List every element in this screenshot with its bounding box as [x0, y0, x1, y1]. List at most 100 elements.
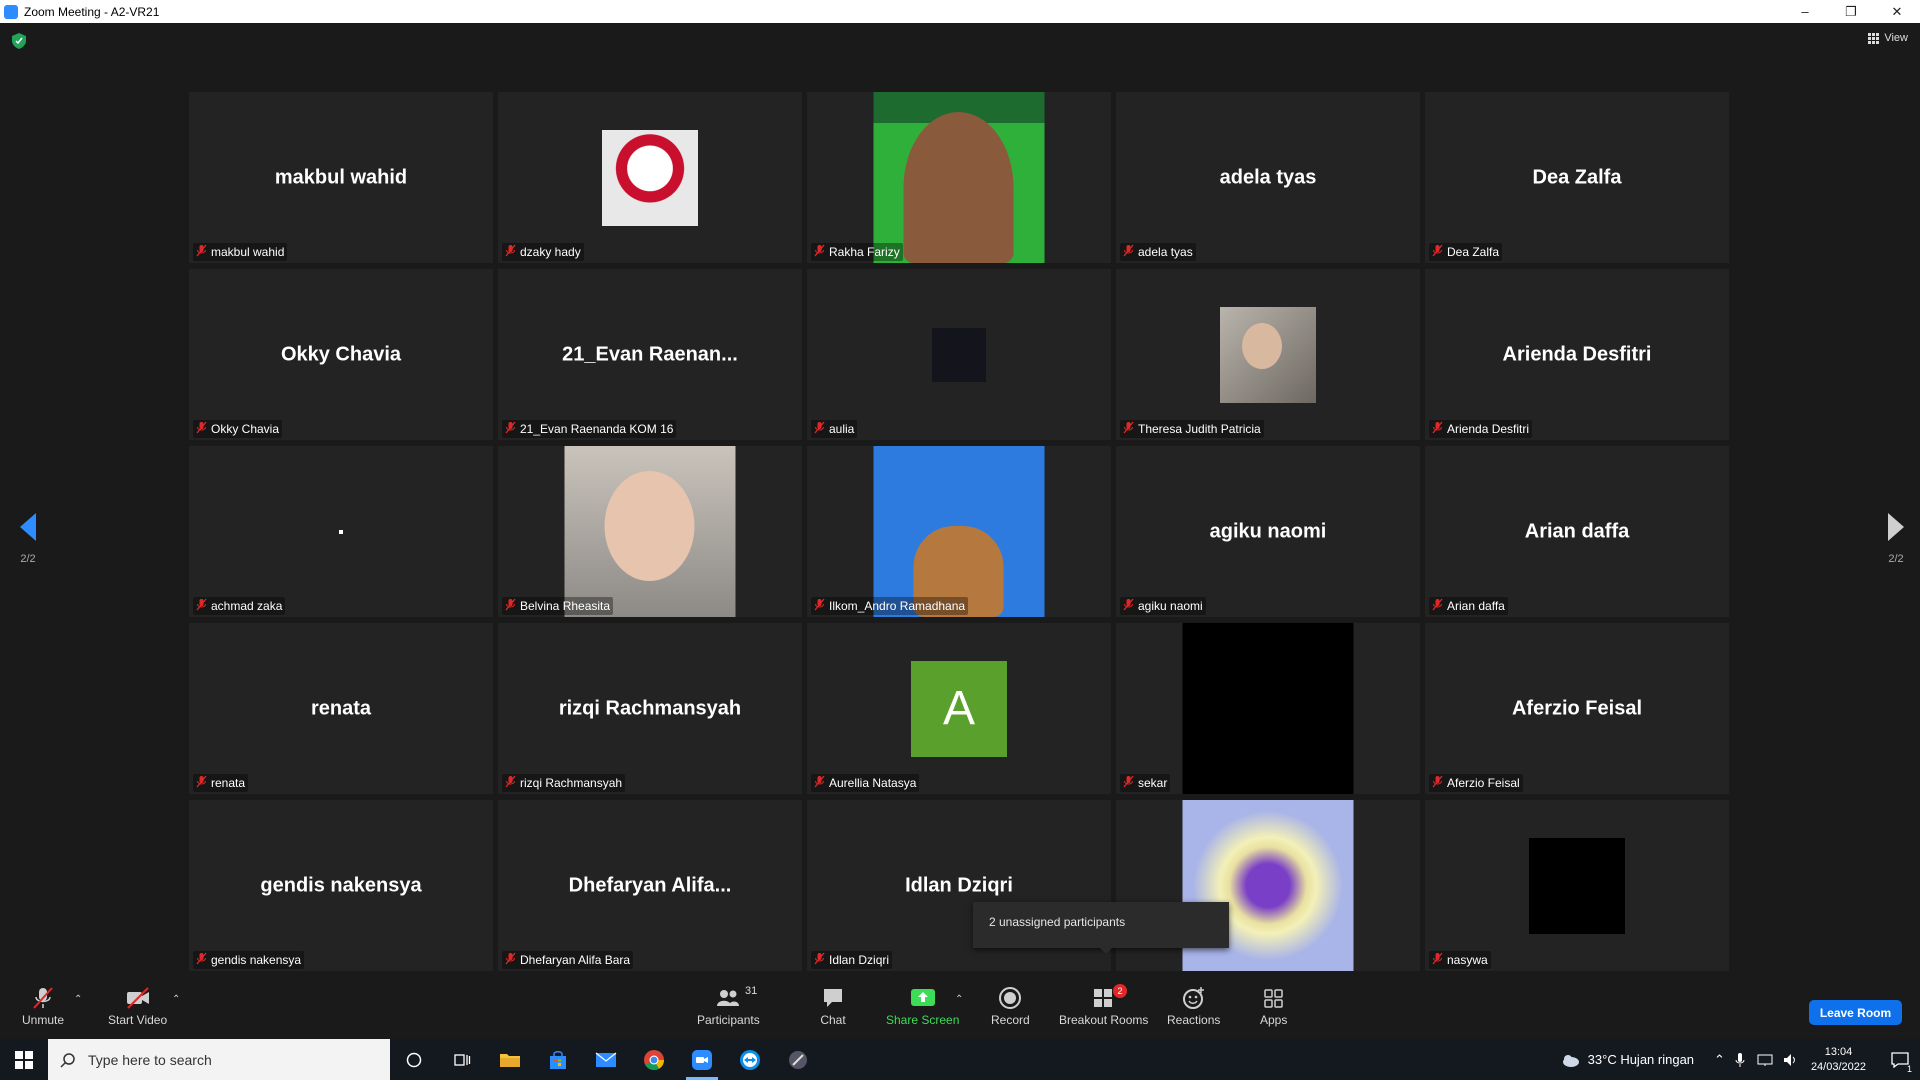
microphone-muted-icon: [505, 244, 516, 260]
breakout-rooms-button[interactable]: 2 Breakout Rooms: [1059, 984, 1149, 1027]
share-screen-button[interactable]: Share Screen: [886, 986, 959, 1027]
chat-icon: [824, 989, 842, 1007]
cortana-button[interactable]: [390, 1039, 438, 1080]
task-view-button[interactable]: [438, 1039, 486, 1080]
participant-tile[interactable]: renata renata: [189, 623, 493, 794]
participant-display-name: agiku naomi: [1209, 520, 1327, 542]
participant-tile[interactable]: sekar: [1116, 623, 1420, 794]
participant-tile[interactable]: Arienda Desfitri Arienda Desfitri: [1425, 269, 1729, 440]
reactions-button[interactable]: Reactions: [1167, 986, 1220, 1027]
microphone-muted-icon: [814, 421, 825, 437]
participant-video: [873, 446, 1045, 617]
next-page-button[interactable]: 2/2: [1876, 513, 1916, 565]
participant-tile[interactable]: Theresa Judith Patricia: [1116, 269, 1420, 440]
record-button[interactable]: Record: [991, 986, 1030, 1027]
breakout-rooms-label: Breakout Rooms: [1059, 1013, 1149, 1027]
start-button[interactable]: [0, 1039, 48, 1080]
microsoft-store-button[interactable]: [534, 1039, 582, 1080]
participant-tile[interactable]: Aferzio Feisal Aferzio Feisal: [1425, 623, 1729, 794]
participant-tile[interactable]: agiku naomi agiku naomi: [1116, 446, 1420, 617]
participant-name-tag: sekar: [1120, 774, 1171, 792]
participant-tile[interactable]: Dea Zalfa Dea Zalfa: [1425, 92, 1729, 263]
participant-tile[interactable]: aulia: [807, 269, 1111, 440]
mail-button[interactable]: [582, 1039, 630, 1080]
clock-date: 24/03/2022: [1810, 1060, 1866, 1073]
view-button[interactable]: View: [1868, 32, 1908, 44]
microphone-muted-icon: [196, 244, 207, 260]
participant-tile[interactable]: achmad zaka: [189, 446, 493, 617]
record-label: Record: [991, 1013, 1030, 1027]
participant-tile[interactable]: A Aurellia Natasya: [807, 623, 1111, 794]
clock-time: 13:04: [1824, 1045, 1853, 1058]
participant-name: achmad zaka: [211, 599, 283, 613]
participant-tile[interactable]: gendis nakensya gendis nakensya: [189, 800, 493, 971]
network-icon[interactable]: [1757, 1053, 1773, 1067]
security-shield-icon[interactable]: [12, 33, 26, 49]
participant-tile[interactable]: Arian daffa Arian daffa: [1425, 446, 1729, 617]
participant-name: Aferzio Feisal: [1447, 776, 1520, 790]
minimize-button[interactable]: –: [1782, 0, 1828, 23]
participant-tile[interactable]: Belvina Rheasita: [498, 446, 802, 617]
search-icon: [60, 1052, 75, 1068]
participant-tile[interactable]: Rakha Farizy: [807, 92, 1111, 263]
zoom-taskbar-button[interactable]: [678, 1039, 726, 1080]
volume-icon[interactable]: [1783, 1053, 1799, 1067]
chat-label: Chat: [820, 1013, 846, 1027]
view-label: View: [1884, 32, 1908, 44]
participant-tile[interactable]: dzaky hady: [498, 92, 802, 263]
participant-tile[interactable]: rizqi Rachmansyah rizqi Rachmansyah: [498, 623, 802, 794]
audio-options-chevron-icon[interactable]: ⌃: [74, 994, 82, 1005]
participant-name-tag: Okky Chavia: [193, 420, 283, 438]
microphone-tray-icon[interactable]: [1735, 1052, 1745, 1068]
taskbar-clock[interactable]: 13:04 24/03/2022: [1811, 1045, 1866, 1075]
participant-display-name: Arian daffa: [1524, 520, 1630, 542]
participant-video: [873, 92, 1045, 263]
weather-text[interactable]: 33°C Hujan ringan: [1588, 1052, 1694, 1067]
participant-display-name: Aferzio Feisal: [1511, 697, 1643, 719]
participant-name-tag: Arienda Desfitri: [1429, 420, 1533, 438]
participant-tile[interactable]: Ilkom_Andro Ramadhana: [807, 446, 1111, 617]
windows-taskbar: Type here to search 33°C Hujan ringan ⌃ …: [0, 1039, 1920, 1080]
chat-button[interactable]: Chat: [820, 986, 846, 1027]
participant-name-tag: Aurellia Natasya: [811, 774, 920, 792]
previous-page-button[interactable]: 2/2: [8, 513, 48, 565]
close-window-button[interactable]: ✕: [1874, 0, 1920, 23]
participant-tile[interactable]: Okky Chavia Okky Chavia: [189, 269, 493, 440]
participant-tile[interactable]: 21_Evan Raenan... 21_Evan Raenanda KOM 1…: [498, 269, 802, 440]
participant-display-name: Idlan Dziqri: [905, 874, 1013, 896]
letter-avatar: A: [911, 660, 1007, 757]
participant-name: Dea Zalfa: [1447, 245, 1500, 259]
share-options-chevron-icon[interactable]: ⌃: [955, 994, 963, 1005]
participant-name-tag: Dhefaryan Alifa Bara: [502, 951, 634, 969]
participant-name-tag: gendis nakensya: [193, 951, 305, 969]
participant-name: Ilkom_Andro Ramadhana: [829, 599, 966, 613]
participants-button[interactable]: 31 Participants: [697, 985, 760, 1027]
participant-display-name: [339, 529, 343, 534]
reactions-label: Reactions: [1167, 1013, 1221, 1027]
teamviewer-button[interactable]: [726, 1039, 774, 1080]
apps-button[interactable]: Apps: [1260, 986, 1287, 1027]
leave-room-button[interactable]: Leave Room: [1809, 1000, 1902, 1025]
page-indicator-left: 2/2: [20, 553, 36, 565]
notification-center-button[interactable]: 1: [1880, 1039, 1920, 1080]
participant-tile[interactable]: Dhefaryan Alifa... Dhefaryan Alifa Bara: [498, 800, 802, 971]
microphone-muted-icon: [505, 598, 516, 614]
microphone-muted-icon: [196, 421, 207, 437]
start-video-button[interactable]: Start Video: [108, 986, 167, 1027]
participant-name: Rakha Farizy: [829, 245, 900, 259]
participant-display-name: 21_Evan Raenan...: [562, 343, 738, 365]
unmute-button[interactable]: Unmute: [22, 986, 64, 1027]
file-explorer-button[interactable]: [486, 1039, 534, 1080]
app-taskbar-button[interactable]: [774, 1039, 822, 1080]
participant-name: Okky Chavia: [211, 422, 280, 436]
show-hidden-icons-chevron-icon[interactable]: ⌃: [1714, 1052, 1725, 1068]
taskbar-search-box[interactable]: Type here to search: [48, 1039, 390, 1080]
chrome-button[interactable]: [630, 1039, 678, 1080]
participant-name: Arienda Desfitri: [1447, 422, 1530, 436]
restore-button[interactable]: ❐: [1828, 0, 1874, 23]
video-options-chevron-icon[interactable]: ⌃: [172, 994, 180, 1005]
participant-tile[interactable]: makbul wahid makbul wahid: [189, 92, 493, 263]
participant-tile[interactable]: adela tyas adela tyas: [1116, 92, 1420, 263]
participant-tile[interactable]: nasywa: [1425, 800, 1729, 971]
unassigned-participants-tooltip[interactable]: 2 unassigned participants: [973, 902, 1229, 954]
